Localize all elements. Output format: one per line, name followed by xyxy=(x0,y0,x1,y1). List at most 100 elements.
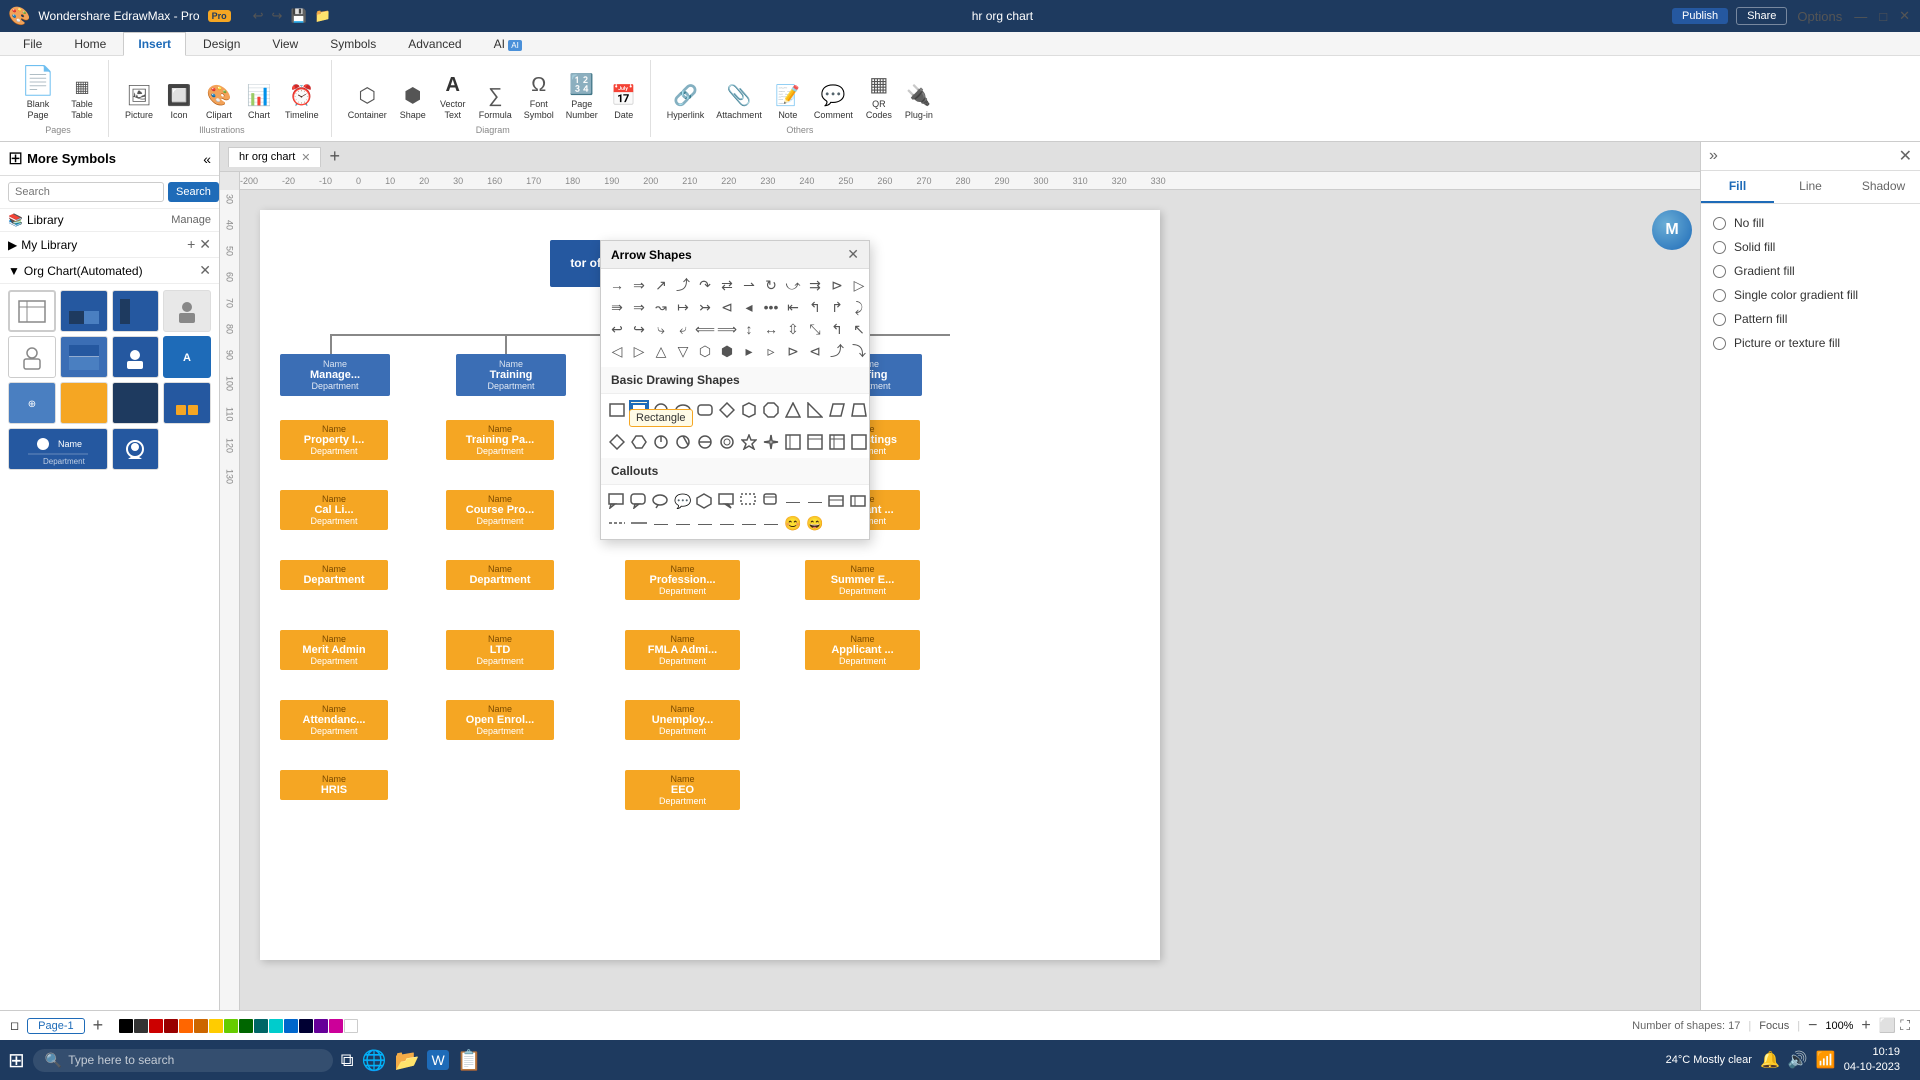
org-unemploy[interactable]: Name Unemploy... Department xyxy=(625,700,740,740)
fit-page-btn[interactable]: ⬜ xyxy=(1879,1017,1896,1034)
search-input[interactable] xyxy=(8,182,164,202)
callout-3[interactable] xyxy=(651,491,671,511)
ribbon-btn-page-number[interactable]: 🔢 PageNumber xyxy=(562,70,602,123)
arrow-shape-10[interactable]: ⇉ xyxy=(805,275,825,295)
fill-option-picture[interactable]: Picture or texture fill xyxy=(1713,336,1908,350)
bs-6[interactable] xyxy=(717,432,737,452)
tab-design[interactable]: Design xyxy=(188,32,255,55)
org-merit[interactable]: Name Merit Admin Department xyxy=(280,630,388,670)
expand-right-icon[interactable]: » xyxy=(1709,147,1718,165)
bs-12[interactable] xyxy=(849,432,869,452)
shape-thumb-8[interactable]: A xyxy=(163,336,211,378)
callout-9[interactable]: — xyxy=(783,491,803,511)
arrow-shape-31[interactable]: ↕ xyxy=(739,319,759,339)
org-attendance[interactable]: Name Attendanc... Department xyxy=(280,700,388,740)
callout-13[interactable] xyxy=(607,513,627,533)
color-purple[interactable] xyxy=(314,1019,328,1033)
color-pink[interactable] xyxy=(329,1019,343,1033)
arrow-shape-32[interactable]: ↔ xyxy=(761,319,781,339)
shape-thumb-1[interactable] xyxy=(8,290,56,332)
callout-17[interactable]: — xyxy=(695,513,715,533)
share-btn[interactable]: Share xyxy=(1736,7,1787,25)
arrow-shape-2[interactable]: ⇒ xyxy=(629,275,649,295)
bs-8[interactable] xyxy=(761,432,781,452)
zoom-out-btn[interactable]: − xyxy=(1808,1017,1817,1035)
callout-8[interactable] xyxy=(761,491,781,511)
basic-ellipse[interactable] xyxy=(673,400,693,420)
org-profession[interactable]: Name Profession... Department xyxy=(625,560,740,600)
callout-1[interactable] xyxy=(607,491,627,511)
undo-btn[interactable]: ↩ xyxy=(251,8,266,24)
canvas[interactable]: Name tor of Human Resources Department xyxy=(240,190,1700,1010)
callout-7[interactable] xyxy=(739,491,759,511)
basic-hexagon[interactable] xyxy=(739,400,759,420)
search-button[interactable]: Search xyxy=(168,182,219,202)
tab-ai[interactable]: AI AI xyxy=(479,32,537,55)
color-white[interactable] xyxy=(344,1019,358,1033)
basic-parallelogram[interactable] xyxy=(827,400,847,420)
sidebar-library[interactable]: 📚 Library Manage xyxy=(0,209,219,232)
fill-option-gradient[interactable]: Gradient fill xyxy=(1713,264,1908,278)
ribbon-btn-comment[interactable]: 💬 Comment xyxy=(810,81,857,123)
browser-btn[interactable]: 🌐 xyxy=(362,1048,387,1073)
ribbon-btn-note[interactable]: 📝 Note xyxy=(770,81,806,123)
publish-btn[interactable]: Publish xyxy=(1672,8,1728,24)
org-eeo[interactable]: Name EEO Department xyxy=(625,770,740,810)
arrow-shape-17[interactable]: ↣ xyxy=(695,297,715,317)
arrow-shape-21[interactable]: ⇤ xyxy=(783,297,803,317)
color-darkorange[interactable] xyxy=(194,1019,208,1033)
org-l2-training[interactable]: Name Training Department xyxy=(456,354,566,396)
remove-icon[interactable]: ✕ xyxy=(199,236,211,253)
arrow-shape-20[interactable]: ••• xyxy=(761,297,781,317)
shape-thumb-4[interactable] xyxy=(163,290,211,332)
fill-radio-solid[interactable] xyxy=(1713,241,1726,254)
taskbar-search-input[interactable] xyxy=(68,1053,268,1067)
bs-10[interactable] xyxy=(805,432,825,452)
fill-radio-single-gradient[interactable] xyxy=(1713,289,1726,302)
shape-thumb-10[interactable] xyxy=(60,382,108,424)
shape-thumb-6[interactable] xyxy=(60,336,108,378)
org-applicant2[interactable]: Name Applicant ... Department xyxy=(805,630,920,670)
files-btn[interactable]: 📂 xyxy=(395,1048,420,1073)
tab-symbols[interactable]: Symbols xyxy=(315,32,391,55)
save-btn[interactable]: 💾 xyxy=(288,8,308,24)
org-cal[interactable]: Name Cal Li... Department xyxy=(280,490,388,530)
basic-trapezoid[interactable] xyxy=(849,400,869,420)
ribbon-btn-timeline[interactable]: ⏰ Timeline xyxy=(281,81,323,123)
ribbon-btn-chart[interactable]: 📊 Chart xyxy=(241,81,277,123)
arrow-shape-33[interactable]: ⇳ xyxy=(783,319,803,339)
fill-option-no-fill[interactable]: No fill xyxy=(1713,216,1908,230)
callout-22[interactable]: 😄 xyxy=(805,513,825,533)
right-tab-line[interactable]: Line xyxy=(1774,171,1847,203)
tab-home[interactable]: Home xyxy=(59,32,121,55)
callout-21[interactable]: 😊 xyxy=(783,513,803,533)
ribbon-btn-clipart[interactable]: 🎨 Clipart xyxy=(201,81,237,123)
arrow-shape-48[interactable]: ⤵ xyxy=(849,341,869,361)
callout-18[interactable]: — xyxy=(717,513,737,533)
org-dept2[interactable]: Name Department xyxy=(446,560,554,590)
ribbon-btn-attachment[interactable]: 📎 Attachment xyxy=(712,81,766,123)
arrow-shape-24[interactable]: ⤸ xyxy=(849,297,869,317)
tab-view[interactable]: View xyxy=(257,32,313,55)
callout-11[interactable] xyxy=(827,491,847,511)
arrow-shape-3[interactable]: ↗ xyxy=(651,275,671,295)
ribbon-btn-vector-text[interactable]: A VectorText xyxy=(435,72,471,123)
arrow-shape-12[interactable]: ▷ xyxy=(849,275,869,295)
shape-thumb-11[interactable] xyxy=(112,382,160,424)
bs-1[interactable] xyxy=(607,432,627,452)
arrow-shape-41[interactable]: ⬡ xyxy=(695,341,715,361)
arrow-shape-43[interactable]: ▸ xyxy=(739,341,759,361)
org-open-enrol[interactable]: Name Open Enrol... Department xyxy=(446,700,554,740)
ribbon-btn-container[interactable]: ⬡ Container xyxy=(344,81,391,123)
right-tab-shadow[interactable]: Shadow xyxy=(1847,171,1920,203)
bs-7[interactable] xyxy=(739,432,759,452)
arrow-shape-9[interactable]: ⤻ xyxy=(783,275,803,295)
arrow-shape-27[interactable]: ⤷ xyxy=(651,319,671,339)
shape-thumb-14[interactable] xyxy=(112,428,160,470)
callout-20[interactable]: — xyxy=(761,513,781,533)
callout-15[interactable]: — xyxy=(651,513,671,533)
arrow-shape-4[interactable]: ⤴ xyxy=(673,275,693,295)
volume-icon[interactable]: 🔊 xyxy=(1788,1050,1808,1070)
manage-btn[interactable]: Manage xyxy=(171,214,211,226)
arrow-shape-16[interactable]: ↦ xyxy=(673,297,693,317)
